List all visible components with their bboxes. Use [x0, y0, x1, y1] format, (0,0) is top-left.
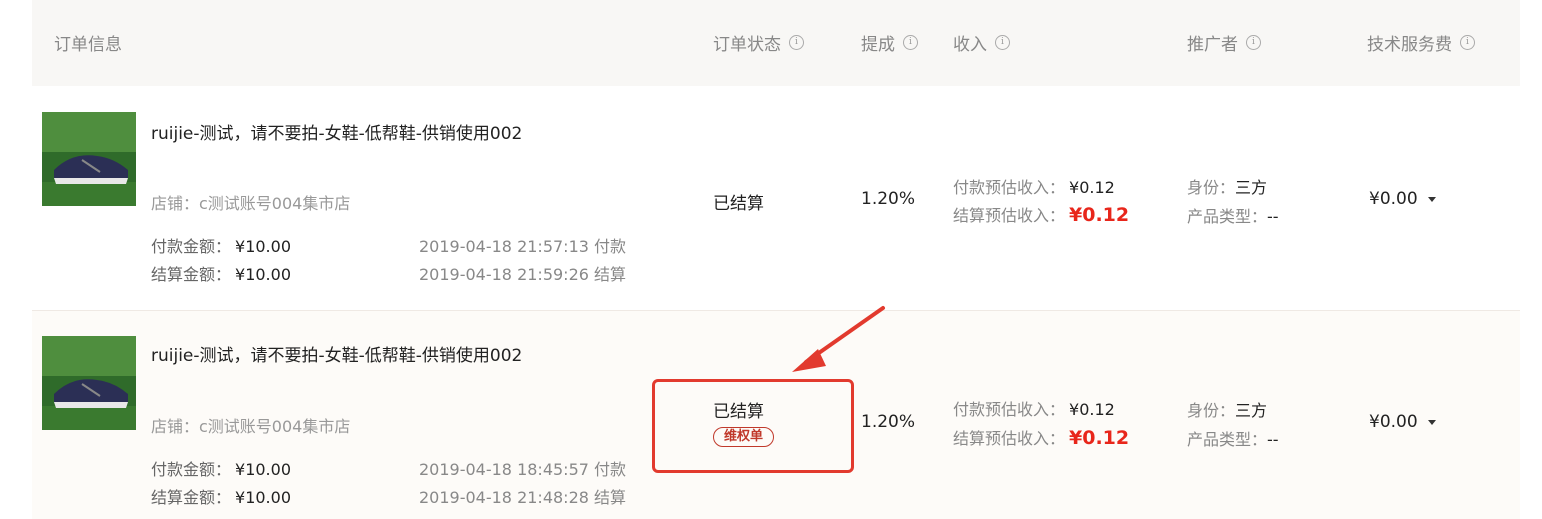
annotation-arrow-icon — [792, 306, 885, 372]
